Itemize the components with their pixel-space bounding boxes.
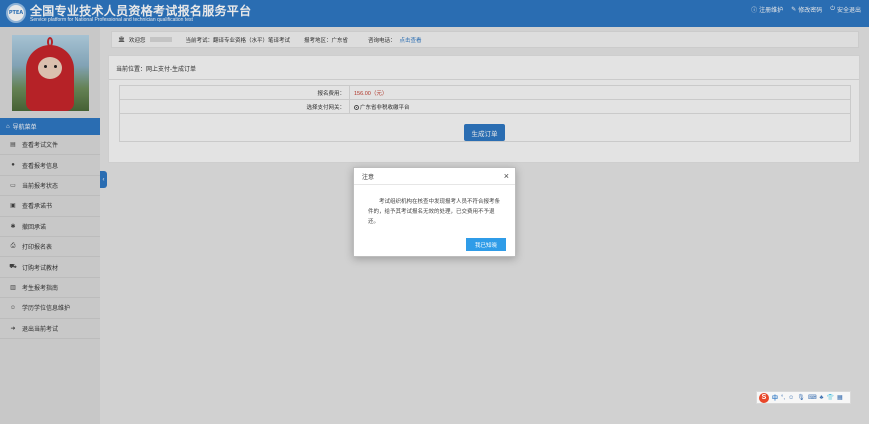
- notice-dialog: 注意 × 考试组织机构在核查中发现报考人员不符合报考条件的，给予其考试报名无效的…: [353, 167, 516, 257]
- emoji-icon[interactable]: ☺: [788, 395, 794, 401]
- mic-icon[interactable]: 🎙: [797, 394, 805, 401]
- shirt-icon[interactable]: 👕: [826, 394, 833, 401]
- dialog-message: 考试组织机构在核查中发现报考人员不符合报考条件的，给予其考试报名无效的处理，已交…: [368, 199, 501, 225]
- close-icon[interactable]: ×: [504, 171, 509, 181]
- acknowledge-button[interactable]: 我已知晓: [466, 238, 506, 251]
- keyboard-icon[interactable]: ⌨: [808, 394, 817, 401]
- skin-icon[interactable]: ♣: [820, 395, 824, 401]
- sogou-logo-icon[interactable]: S: [759, 392, 769, 403]
- dialog-title: 注意: [362, 174, 375, 181]
- dialog-header: 注意 ×: [354, 168, 515, 185]
- ime-mode-toggle[interactable]: 中: [772, 393, 778, 402]
- grid-icon[interactable]: ▦: [837, 394, 843, 401]
- punct-icon[interactable]: °,: [781, 395, 785, 401]
- ime-toolbar: S 中 °, ☺ 🎙 ⌨ ♣ 👕 ▦: [756, 391, 851, 404]
